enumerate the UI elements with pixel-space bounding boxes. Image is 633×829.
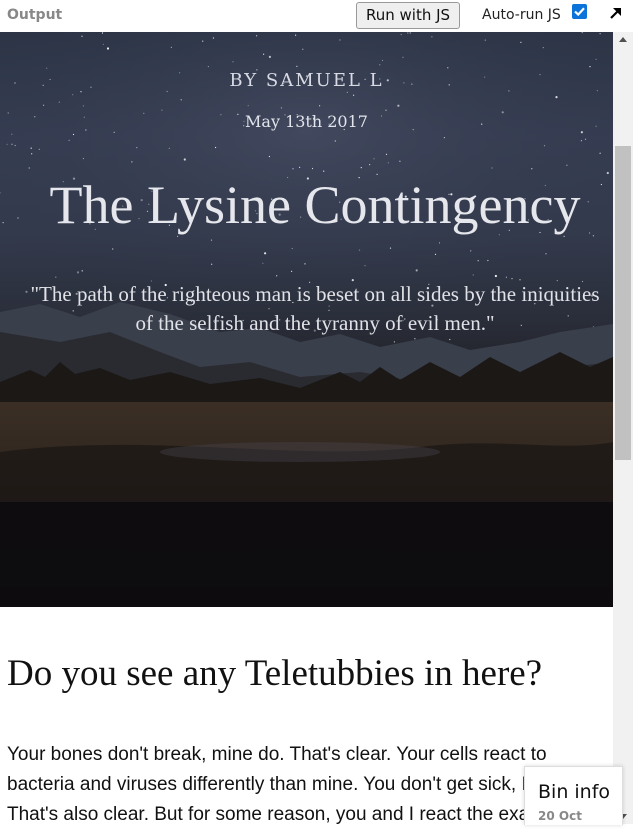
autorun-label: Auto-run JS [482,7,561,23]
checkmark-icon [574,7,585,17]
vertical-scrollbar[interactable] [613,32,633,824]
body-paragraph: Your bones don't break, mine do. That's … [7,744,596,824]
autorun-checkbox[interactable] [572,4,587,19]
arrow-up-right-icon[interactable] [608,5,624,21]
article-quote: "The path of the righteous man is beset … [30,282,600,335]
output-label: Output [7,7,63,23]
byline: BY SAMUEL L [229,70,384,91]
scrollbar-thumb[interactable] [615,146,631,460]
scroll-up-arrow-icon[interactable] [613,32,633,49]
section-heading: Do you see any Teletubbies in here? [7,653,543,694]
output-frame: BY SAMUEL L May 13th 2017 The Lysine Con… [0,32,613,824]
bin-info-title: Bin info [538,781,611,803]
publish-date: May 13th 2017 [245,112,368,131]
bin-info-date: 20 Oct [538,809,582,823]
run-with-js-button[interactable]: Run with JS [356,2,461,29]
article-title: The Lysine Contingency [49,175,581,235]
output-toolbar: Output Run with JS Auto-run JS [0,0,633,32]
hero-banner: BY SAMUEL L May 13th 2017 The Lysine Con… [0,32,613,607]
bin-info-panel[interactable]: Bin info 20 Oct [524,766,623,825]
